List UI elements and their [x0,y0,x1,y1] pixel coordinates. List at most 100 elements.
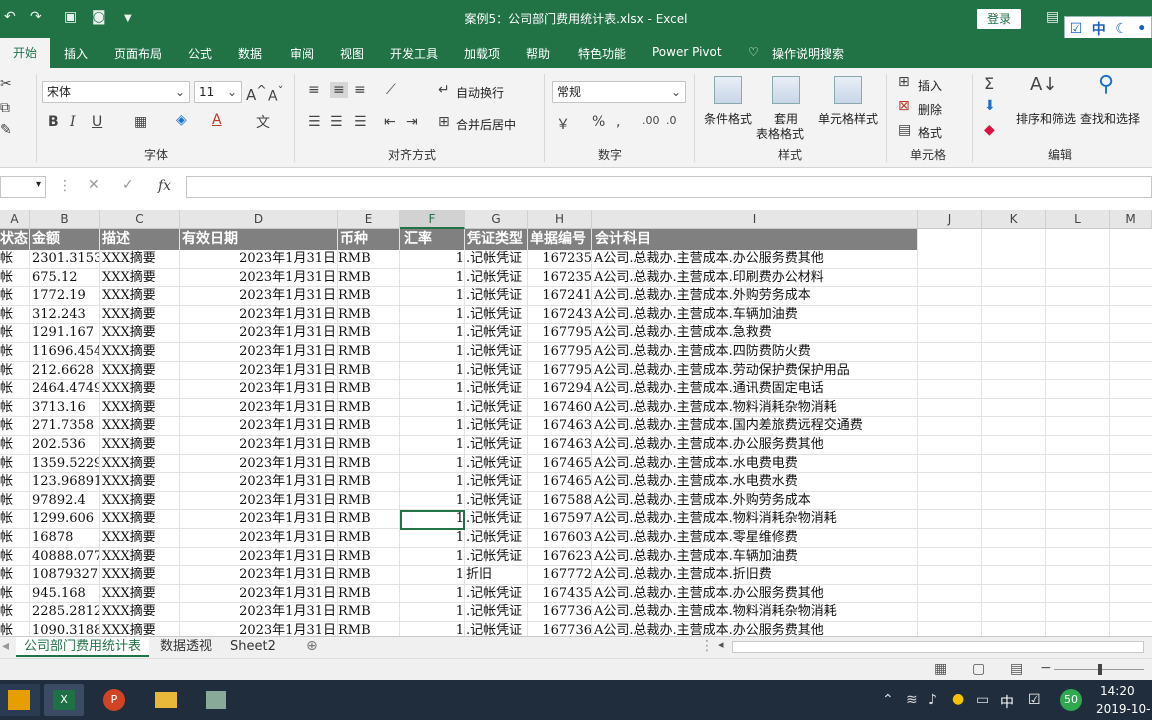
table-cell[interactable]: .记帐凭证 [466,455,528,473]
table-cell[interactable]: A公司.总裁办.主营成本.物料消耗杂物消耗 [594,510,914,528]
table-cell[interactable]: XXX摘要 [102,455,180,473]
table-cell[interactable]: 折旧 [466,566,528,584]
wifi-icon[interactable]: ≋ [906,692,918,708]
table-cell[interactable]: RMB [338,250,400,268]
table-cell[interactable]: 1 [400,306,464,324]
fx-icon[interactable]: fx [158,178,171,194]
sheet-tab[interactable]: Sheet2 [222,637,284,657]
table-cell[interactable]: 167435 [528,585,592,603]
table-cell[interactable]: 167597 [528,510,592,528]
align-top-icon[interactable]: ≡ [308,82,320,98]
header-cell[interactable]: 单据编号 [530,229,586,250]
table-cell[interactable]: 212.6628 [32,362,100,380]
scroll-left-icon[interactable]: ◂ [2,638,9,654]
copy-icon[interactable]: ⧉ [0,100,10,116]
table-cell[interactable]: 16878 [32,529,100,547]
table-cell[interactable]: XXX摘要 [102,399,180,417]
table-cell[interactable]: 帐 [0,473,30,491]
ribbon-display-icon[interactable]: ▤ [1046,9,1059,25]
table-cell[interactable]: 167795 [528,343,592,361]
table-cell[interactable]: 40888.077 [32,548,100,566]
table-cell[interactable]: 167736 [528,622,592,636]
table-cell[interactable]: .记帐凭证 [466,492,528,510]
table-cell[interactable]: XXX摘要 [102,324,180,342]
column-header-m[interactable]: M [1110,210,1152,229]
tab-formulas[interactable]: 公式 [188,45,212,62]
table-cell[interactable]: RMB [338,269,400,287]
table-cell[interactable]: .记帐凭证 [466,250,528,268]
column-header-e[interactable]: E [338,210,400,229]
table-cell[interactable]: XXX摘要 [102,585,180,603]
table-cell[interactable]: .记帐凭证 [466,287,528,305]
table-cell[interactable]: 1 [400,622,464,636]
table-cell[interactable]: A公司.总裁办.主营成本.水电费电费 [594,455,914,473]
table-cell[interactable]: 帐 [0,455,30,473]
table-cell[interactable]: 2023年1月31日 [182,603,336,621]
table-cell[interactable]: A公司.总裁办.主营成本.折旧费 [594,566,914,584]
wrap-text-button[interactable]: 自动换行 [456,84,504,101]
table-cell[interactable]: 3713.16 [32,399,100,417]
ime-settings-icon[interactable]: ☑ [1070,21,1083,37]
table-cell[interactable]: 167465 [528,455,592,473]
table-cell[interactable]: RMB [338,529,400,547]
table-cell[interactable]: RMB [338,548,400,566]
underline-icon[interactable]: U [92,114,102,130]
table-cell[interactable]: 帐 [0,380,30,398]
table-cell[interactable]: 167243 [528,306,592,324]
table-cell[interactable]: XXX摘要 [102,529,180,547]
tab-power-pivot[interactable]: Power Pivot [652,45,722,59]
format-table-icon[interactable] [772,76,800,104]
table-cell[interactable]: 1 [400,529,464,547]
table-cell[interactable]: .记帐凭证 [466,436,528,454]
table-cell[interactable]: 167294 [528,380,592,398]
horizontal-scrollbar[interactable] [732,641,1144,653]
header-cell[interactable]: 金额 [32,229,60,250]
find-icon[interactable]: ⚲ [1098,72,1114,97]
column-header-c[interactable]: C [100,210,180,229]
column-header-i[interactable]: I [592,210,918,229]
table-cell[interactable]: 167241 [528,287,592,305]
table-cell[interactable]: 167795 [528,362,592,380]
autosum-icon[interactable]: Σ [984,74,994,93]
scroll-left-icon[interactable]: ◂ [718,638,724,651]
table-cell[interactable]: RMB [338,492,400,510]
currency-icon[interactable]: ￥ [556,114,570,134]
table-cell[interactable]: 帐 [0,566,30,584]
merge-center-icon[interactable]: ⊞ [438,114,450,130]
table-cell[interactable]: 2023年1月31日 [182,622,336,636]
table-cell[interactable]: 帐 [0,585,30,603]
table-cell[interactable]: XXX摘要 [102,250,180,268]
column-header-a[interactable]: A [0,210,30,229]
header-cell[interactable]: 有效日期 [182,229,238,250]
decrease-font-icon[interactable]: Aˇ [268,84,283,105]
cancel-icon[interactable]: ✕ [88,177,100,193]
table-cell[interactable]: 10879327. [32,566,100,584]
table-cell[interactable]: A公司.总裁办.主营成本.外购劳务成本 [594,492,914,510]
table-cell[interactable]: 167235 [528,250,592,268]
fill-color-icon[interactable]: ◈ [176,112,187,128]
borders-icon[interactable]: ▦ [134,114,147,130]
conditional-format-button[interactable]: 条件格式 [704,110,752,127]
table-cell[interactable]: XXX摘要 [102,306,180,324]
checkbox-icon[interactable]: ☑ [1028,692,1041,708]
table-cell[interactable]: 1 [400,473,464,491]
table-cell[interactable]: 帐 [0,622,30,636]
italic-icon[interactable]: I [70,114,76,130]
table-cell[interactable]: XXX摘要 [102,417,180,435]
add-sheet-icon[interactable]: ⊕ [306,638,318,654]
table-cell[interactable]: A公司.总裁办.主营成本.办公服务费其他 [594,622,914,636]
table-cell[interactable]: .记帐凭证 [466,269,528,287]
cell-style-icon[interactable] [834,76,862,104]
table-cell[interactable]: .记帐凭证 [466,324,528,342]
table-cell[interactable]: RMB [338,399,400,417]
bold-icon[interactable]: B [48,114,59,130]
table-cell[interactable]: .记帐凭证 [466,622,528,636]
clock-date[interactable]: 2019-10- [1096,702,1150,716]
table-cell[interactable]: A公司.总裁办.主营成本.物料消耗杂物消耗 [594,399,914,417]
cell-style-button[interactable]: 单元格样式 [818,110,878,127]
table-cell[interactable]: RMB [338,417,400,435]
column-header-j[interactable]: J [918,210,982,229]
tab-page-layout[interactable]: 页面布局 [114,45,162,62]
table-cell[interactable]: 1 [400,566,464,584]
percent-icon[interactable]: % [592,114,605,130]
